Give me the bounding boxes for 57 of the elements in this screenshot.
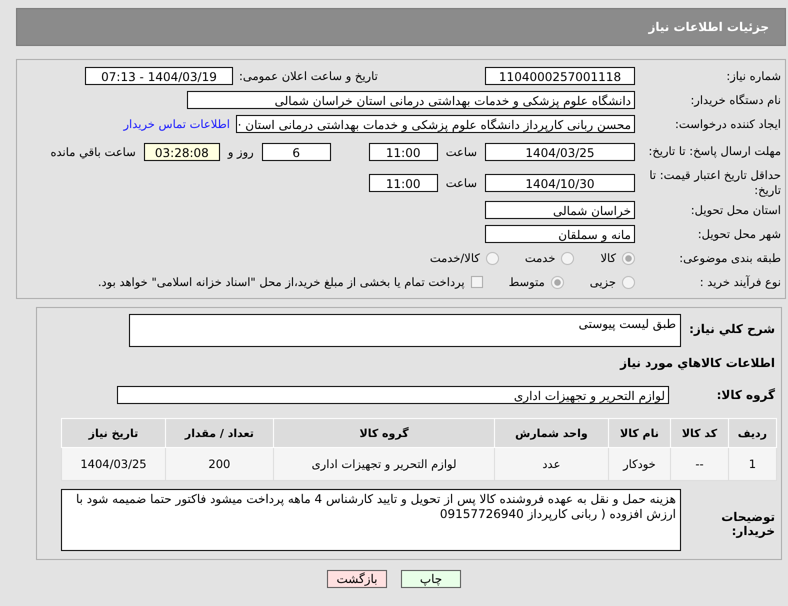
radio-label: متوسط bbox=[508, 275, 545, 289]
table-cell: عدد bbox=[494, 448, 608, 480]
radio-label: کالا/خدمت bbox=[430, 251, 480, 265]
table-cell: 200 bbox=[165, 448, 274, 480]
column-header: تاریخ نیاز bbox=[62, 418, 166, 448]
table-cell: 1 bbox=[728, 448, 776, 480]
goods-group-field: لوازم التحریر و تجهیزات اداری bbox=[117, 386, 669, 404]
city-field: مانه و سملقان bbox=[485, 225, 635, 243]
remaining-time-field: 03:28:08 bbox=[144, 142, 220, 160]
creator-field: محسن ربانی کارپرداز دانشگاه علوم پزشکی و خدمات بهداشتی درمانی استان · bbox=[236, 115, 635, 133]
validity-time-field: 11:00 bbox=[368, 174, 438, 192]
announce-date-field: 1404/03/19 - 07:13 bbox=[85, 67, 233, 85]
field-label: ایجاد کننده درخواست: bbox=[674, 117, 782, 131]
field-label: گروه کالا: bbox=[716, 388, 776, 402]
column-header: کد کالا bbox=[670, 418, 728, 448]
checkbox-label: پرداخت تمام یا بخشی از مبلغ خرید،از محل "اسناد خزانه اسلامی" خواهد بود. bbox=[98, 275, 465, 289]
table-cell: خودکار bbox=[608, 448, 671, 480]
field-label: استان محل تحویل: bbox=[690, 203, 782, 217]
deadline-date-field: 1404/03/25 bbox=[485, 142, 635, 160]
province-field: خراسان شمالی bbox=[485, 201, 635, 219]
need-number-field: 1104000257001118 bbox=[485, 67, 635, 85]
section-title: اطلاعات کالاهاي مورد نياز bbox=[618, 355, 776, 372]
radio-label: کالا bbox=[600, 251, 616, 265]
validity-date-field: 1404/10/30 bbox=[485, 174, 635, 192]
field-label: طبقه بندی موضوعی: bbox=[678, 251, 782, 265]
remaining-label: ساعت باقي مانده bbox=[50, 144, 137, 158]
table-cell: 1404/03/25 bbox=[62, 448, 166, 480]
column-header: تعداد / مقدار bbox=[165, 418, 274, 448]
radio-label: جزیی bbox=[590, 275, 616, 289]
field-label: شرح کلي نياز: bbox=[688, 321, 776, 336]
field-label: نام دستگاه خریدار: bbox=[689, 93, 782, 107]
table-cell: -- bbox=[670, 448, 728, 480]
time-label: ساعت bbox=[444, 144, 478, 158]
field-label: نوع فرآیند خرید : bbox=[698, 275, 782, 289]
field-label: شهر محل تحویل: bbox=[696, 227, 782, 241]
field-label: تاریخ و ساعت اعلان عمومی: bbox=[238, 69, 379, 83]
buyer-contact-link[interactable]: اطلاعات تماس خریدار bbox=[123, 117, 236, 131]
print-button[interactable]: چاپ bbox=[401, 570, 461, 588]
page-title: جزئیات اطلاعات نیاز bbox=[648, 20, 769, 34]
days-label: روز و bbox=[226, 144, 255, 158]
days-field: 6 bbox=[262, 142, 331, 160]
summary-field: طبق لیست پیوستی bbox=[129, 314, 681, 347]
radio-label: خدمت bbox=[524, 251, 556, 265]
column-header: نام کالا bbox=[608, 418, 671, 448]
field-label: حداقل تاریخ اعتبار قیمت: تا تاریخ: bbox=[648, 168, 782, 198]
column-header: واحد شمارش bbox=[494, 418, 608, 448]
field-label: مهلت ارسال پاسخ: تا تاریخ: bbox=[647, 144, 782, 159]
field-label: توضیحات خریدار: bbox=[720, 509, 776, 538]
field-label: شماره نیاز: bbox=[725, 69, 782, 83]
time-label: ساعت bbox=[444, 176, 478, 190]
column-header: گروه کالا bbox=[273, 418, 495, 448]
buyer-field: دانشگاه علوم پزشکی و خدمات بهداشتی درمانی استان خراسان شمالی bbox=[187, 91, 635, 109]
deadline-time-field: 11:00 bbox=[368, 142, 438, 160]
buyer-notes-field: هزینه حمل و نقل به عهده فروشنده کالا پس از تحویل و تایید کارشناس 4 ماهه پرداخت میشود فاکتور حتما ضمیمه شود با ارزش افزوده ( ربانی کارپرداز 09157726940 bbox=[61, 489, 681, 551]
column-header: ردیف bbox=[728, 418, 776, 448]
back-button[interactable]: بازگشت bbox=[327, 570, 387, 588]
table-cell: لوازم التحریر و تجهیزات اداری bbox=[273, 448, 495, 480]
